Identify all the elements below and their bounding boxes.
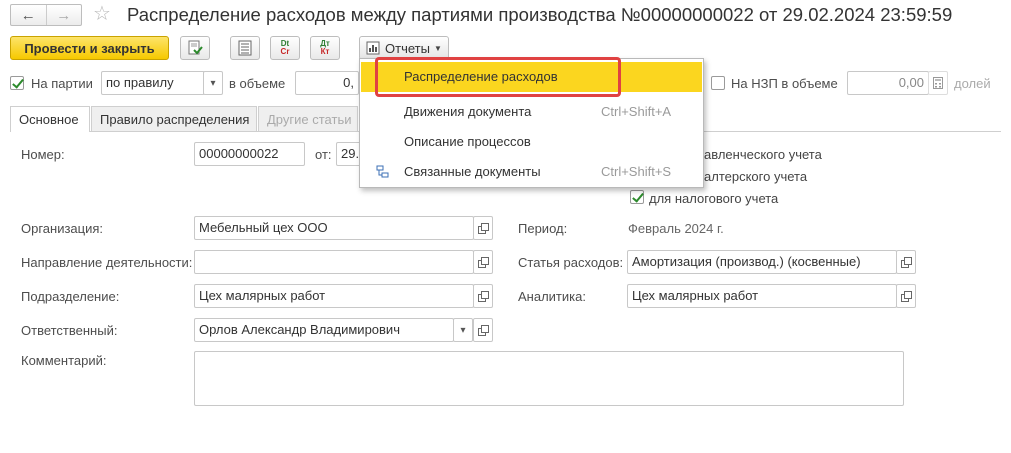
accounting-label: алтерского учета xyxy=(704,169,808,184)
organization-input[interactable]: Мебельный цех ООО xyxy=(194,216,474,240)
wip-volume-input[interactable]: 0,00 xyxy=(847,71,929,95)
reports-icon xyxy=(366,41,380,55)
analytics-input[interactable]: Цех малярных работ xyxy=(627,284,897,308)
expense-item-label: Статья расходов: xyxy=(518,255,624,270)
comment-textarea[interactable] xyxy=(194,351,904,406)
dropdown-arrow-icon: ▾ xyxy=(460,324,466,336)
post-button[interactable] xyxy=(180,36,210,60)
responsible-input[interactable]: Орлов Александр Владимирович xyxy=(194,318,454,342)
open-icon xyxy=(477,291,489,302)
department-open-button[interactable] xyxy=(473,284,493,308)
period-label: Период: xyxy=(518,221,568,236)
dropdown-arrow-icon: ▾ xyxy=(210,77,216,89)
analytics-open-button[interactable] xyxy=(896,284,916,308)
arrow-left-icon: ← xyxy=(20,6,36,24)
direction-open-button[interactable] xyxy=(473,250,493,274)
volume-input[interactable]: 0, xyxy=(295,71,359,95)
date-label: от: xyxy=(315,147,332,162)
nav-buttons: ← → xyxy=(10,4,82,26)
post-and-close-button[interactable]: Провести и закрыть xyxy=(10,36,169,60)
menu-item-related-documents[interactable]: Связанные документы Ctrl+Shift+S xyxy=(361,157,702,187)
open-icon xyxy=(477,257,489,268)
favorite-star-icon[interactable]: ☆ xyxy=(93,3,111,25)
period-value: Февраль 2024 г. xyxy=(628,221,724,236)
debit-credit-icon: Dt Cr xyxy=(280,39,290,56)
expense-item-input[interactable]: Амортизация (производ.) (косвенные) xyxy=(627,250,897,274)
volume-label: в объеме xyxy=(229,76,286,91)
calculator-icon xyxy=(933,77,943,89)
comment-label: Комментарий: xyxy=(21,353,107,368)
menu-item-document-movements[interactable]: Движения документа Ctrl+Shift+A xyxy=(361,97,702,127)
open-icon xyxy=(477,223,489,234)
report-list-button[interactable] xyxy=(230,36,260,60)
direction-input[interactable] xyxy=(194,250,474,274)
on-batches-checkbox[interactable] xyxy=(10,76,24,90)
organization-label: Организация: xyxy=(21,221,104,236)
dt-kt-button[interactable]: Дт Кт xyxy=(310,36,340,60)
wip-label: На НЗП в объеме xyxy=(731,76,838,91)
structure-icon xyxy=(376,165,389,178)
responsible-open-button[interactable] xyxy=(473,318,493,342)
department-input[interactable]: Цех малярных работ xyxy=(194,284,474,308)
responsible-label: Ответственный: xyxy=(21,323,118,338)
rule-select[interactable]: по правилу xyxy=(101,71,205,95)
shares-label: долей xyxy=(954,76,991,91)
menu-item-process-description[interactable]: Описание процессов xyxy=(361,127,702,157)
arrow-right-icon: → xyxy=(56,6,72,24)
number-input[interactable]: 00000000022 xyxy=(194,142,305,166)
page-title: Распределение расходов между партиями пр… xyxy=(127,4,953,25)
debit-credit-button[interactable]: Dt Cr xyxy=(270,36,300,60)
direction-label: Направление деятельности: xyxy=(21,255,193,270)
document-list-icon xyxy=(238,40,252,56)
expense-item-open-button[interactable] xyxy=(896,250,916,274)
rule-dropdown-button[interactable]: ▾ xyxy=(203,71,223,95)
department-label: Подразделение: xyxy=(21,289,120,304)
tab-other-items[interactable]: Другие статьи xyxy=(258,106,358,131)
on-batches-label: На партии xyxy=(31,76,93,91)
wip-checkbox[interactable] xyxy=(711,76,725,90)
forward-button[interactable]: → xyxy=(45,5,82,25)
responsible-dropdown-button[interactable]: ▾ xyxy=(453,318,473,342)
analytics-label: Аналитика: xyxy=(518,289,586,304)
tax-accounting-label: для налогового учета xyxy=(649,191,779,206)
open-icon xyxy=(900,257,912,268)
organization-open-button[interactable] xyxy=(473,216,493,240)
tab-distribution-rule[interactable]: Правило распределения xyxy=(91,106,257,131)
calculator-button[interactable] xyxy=(928,71,948,95)
tab-main[interactable]: Основное xyxy=(10,106,90,132)
dt-kt-icon: Дт Кт xyxy=(320,39,330,56)
back-button[interactable]: ← xyxy=(11,5,46,25)
post-document-icon xyxy=(188,40,203,55)
tax-accounting-checkbox[interactable] xyxy=(630,190,644,204)
number-label: Номер: xyxy=(21,147,65,162)
chevron-down-icon: ▼ xyxy=(433,43,442,53)
open-icon xyxy=(477,325,489,336)
open-icon xyxy=(900,291,912,302)
mgmt-accounting-label: авленческого учета xyxy=(704,147,822,162)
highlight-callout-frame xyxy=(375,57,621,97)
